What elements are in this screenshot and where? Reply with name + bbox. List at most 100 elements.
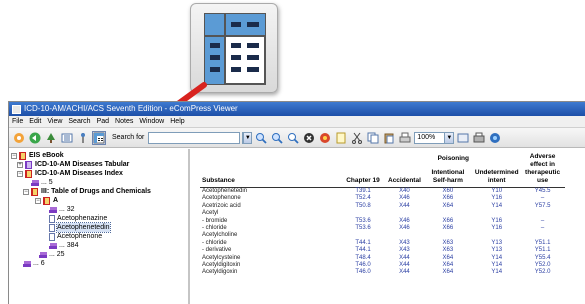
help-icon[interactable] [488,131,502,145]
intentional-cell[interactable]: X66 [423,195,473,202]
search-dropdown[interactable]: ▼ [242,131,253,144]
menu-file[interactable]: File [12,116,23,127]
tree-node[interactable]: ... 384 [11,241,188,250]
accidental-cell[interactable]: X44 [386,255,423,262]
accidental-cell[interactable]: X46 [386,195,423,202]
chapter19-cell[interactable]: T50.8 [340,203,386,210]
accidental-cell[interactable]: X44 [386,262,423,269]
menu-search[interactable]: Search [68,116,90,127]
zoom-select[interactable]: 100% ▼ [414,131,455,144]
undetermined-cell[interactable] [473,232,521,239]
tree-node[interactable]: ... 25 [11,250,188,259]
intentional-cell[interactable]: X64 [423,269,473,276]
menu-window[interactable]: Window [139,116,164,127]
intentional-cell[interactable] [423,232,473,239]
table-view-icon[interactable] [92,130,106,145]
menu-edit[interactable]: Edit [29,116,41,127]
cut-icon[interactable] [350,131,364,145]
undetermined-cell[interactable]: Y14 [473,203,521,210]
chapter19-cell[interactable]: T46.0 [340,269,386,276]
chapter19-cell[interactable]: T46.0 [340,262,386,269]
menu-pad[interactable]: Pad [97,116,109,127]
intentional-cell[interactable]: X66 [423,218,473,225]
collapse-icon[interactable]: − [23,188,29,195]
adverse-cell[interactable]: Y51.1 [521,240,565,247]
menu-help[interactable]: Help [170,116,184,127]
accidental-cell[interactable]: X44 [386,269,423,276]
accidental-cell[interactable]: X40 [386,188,423,196]
note-icon[interactable] [334,131,348,145]
stop-icon[interactable] [302,131,316,145]
adverse-cell[interactable] [521,210,565,217]
adverse-cell[interactable]: Y45.5 [521,188,565,196]
intentional-cell[interactable]: X64 [423,255,473,262]
tree-node[interactable]: ... 6 [11,259,188,268]
intentional-cell[interactable]: X64 [423,262,473,269]
copy-icon[interactable] [366,131,380,145]
chapter19-cell[interactable]: T39.1 [340,188,386,196]
collapse-icon[interactable]: − [11,152,17,159]
tree-node[interactable]: − III: Table of Drugs and Chemicals [11,187,188,196]
chapter19-cell[interactable]: T44.1 [340,247,386,254]
back-icon[interactable] [28,131,42,145]
expand-icon[interactable]: + [17,161,23,168]
undetermined-cell[interactable]: Y14 [473,255,521,262]
accidental-cell[interactable]: X43 [386,247,423,254]
tree-node[interactable]: + ICD-10-AM Diseases Tabular [11,160,188,169]
find-next-icon[interactable] [286,131,300,145]
settings-icon[interactable] [472,131,486,145]
chapter19-cell[interactable]: T44.1 [340,240,386,247]
undetermined-cell[interactable]: Y10 [473,188,521,196]
home-icon[interactable] [12,131,26,145]
undetermined-cell[interactable]: Y16 [473,225,521,232]
adverse-cell[interactable]: Y51.1 [521,247,565,254]
find-icon[interactable] [270,131,284,145]
undetermined-cell[interactable]: Y13 [473,240,521,247]
tree-node[interactable]: − A [11,196,188,205]
collapse-icon[interactable]: − [35,197,41,204]
undetermined-cell[interactable]: Y13 [473,247,521,254]
pin-icon[interactable] [76,131,90,145]
intentional-cell[interactable]: X63 [423,240,473,247]
print-icon[interactable] [398,131,412,145]
adverse-cell[interactable]: Y52.0 [521,262,565,269]
chapter19-cell[interactable] [340,210,386,217]
adverse-cell[interactable]: Y52.0 [521,269,565,276]
tree-node[interactable]: Acetophenone [11,232,188,241]
intentional-cell[interactable] [423,210,473,217]
search-go-icon[interactable] [254,131,268,145]
tree-icon[interactable] [44,131,58,145]
adverse-cell[interactable]: – [521,225,565,232]
accidental-cell[interactable]: X44 [386,203,423,210]
chapter19-cell[interactable] [340,232,386,239]
accidental-cell[interactable] [386,210,423,217]
intentional-cell[interactable]: X66 [423,225,473,232]
chapter19-cell[interactable]: T53.6 [340,218,386,225]
collapse-icon[interactable]: − [17,170,23,177]
menu-view[interactable]: View [47,116,62,127]
undetermined-cell[interactable]: Y16 [473,218,521,225]
undetermined-cell[interactable]: Y16 [473,195,521,202]
accidental-cell[interactable]: X46 [386,218,423,225]
undetermined-cell[interactable]: Y14 [473,262,521,269]
zoom-icon[interactable] [456,131,470,145]
undetermined-cell[interactable] [473,210,521,217]
tree-node[interactable]: ... 5 [11,178,188,187]
adverse-cell[interactable]: – [521,218,565,225]
paste-icon[interactable] [382,131,396,145]
chapter19-cell[interactable]: T48.4 [340,255,386,262]
accidental-cell[interactable] [386,232,423,239]
adverse-cell[interactable]: – [521,195,565,202]
undetermined-cell[interactable]: Y14 [473,269,521,276]
chapter19-cell[interactable]: T53.6 [340,225,386,232]
intentional-cell[interactable]: X60 [423,188,473,196]
tree-node[interactable]: Acetophenazine [11,214,188,223]
tree-node-selected[interactable]: Acetophenetedin [11,222,188,233]
adverse-cell[interactable]: Y55.4 [521,255,565,262]
menu-notes[interactable]: Notes [115,116,133,127]
intentional-cell[interactable]: X64 [423,203,473,210]
intentional-cell[interactable]: X63 [423,247,473,254]
tree-node[interactable]: − ICD-10-AM Diseases Index [11,169,188,178]
tree-node[interactable]: − EIS eBook [11,151,188,160]
adverse-cell[interactable] [521,232,565,239]
